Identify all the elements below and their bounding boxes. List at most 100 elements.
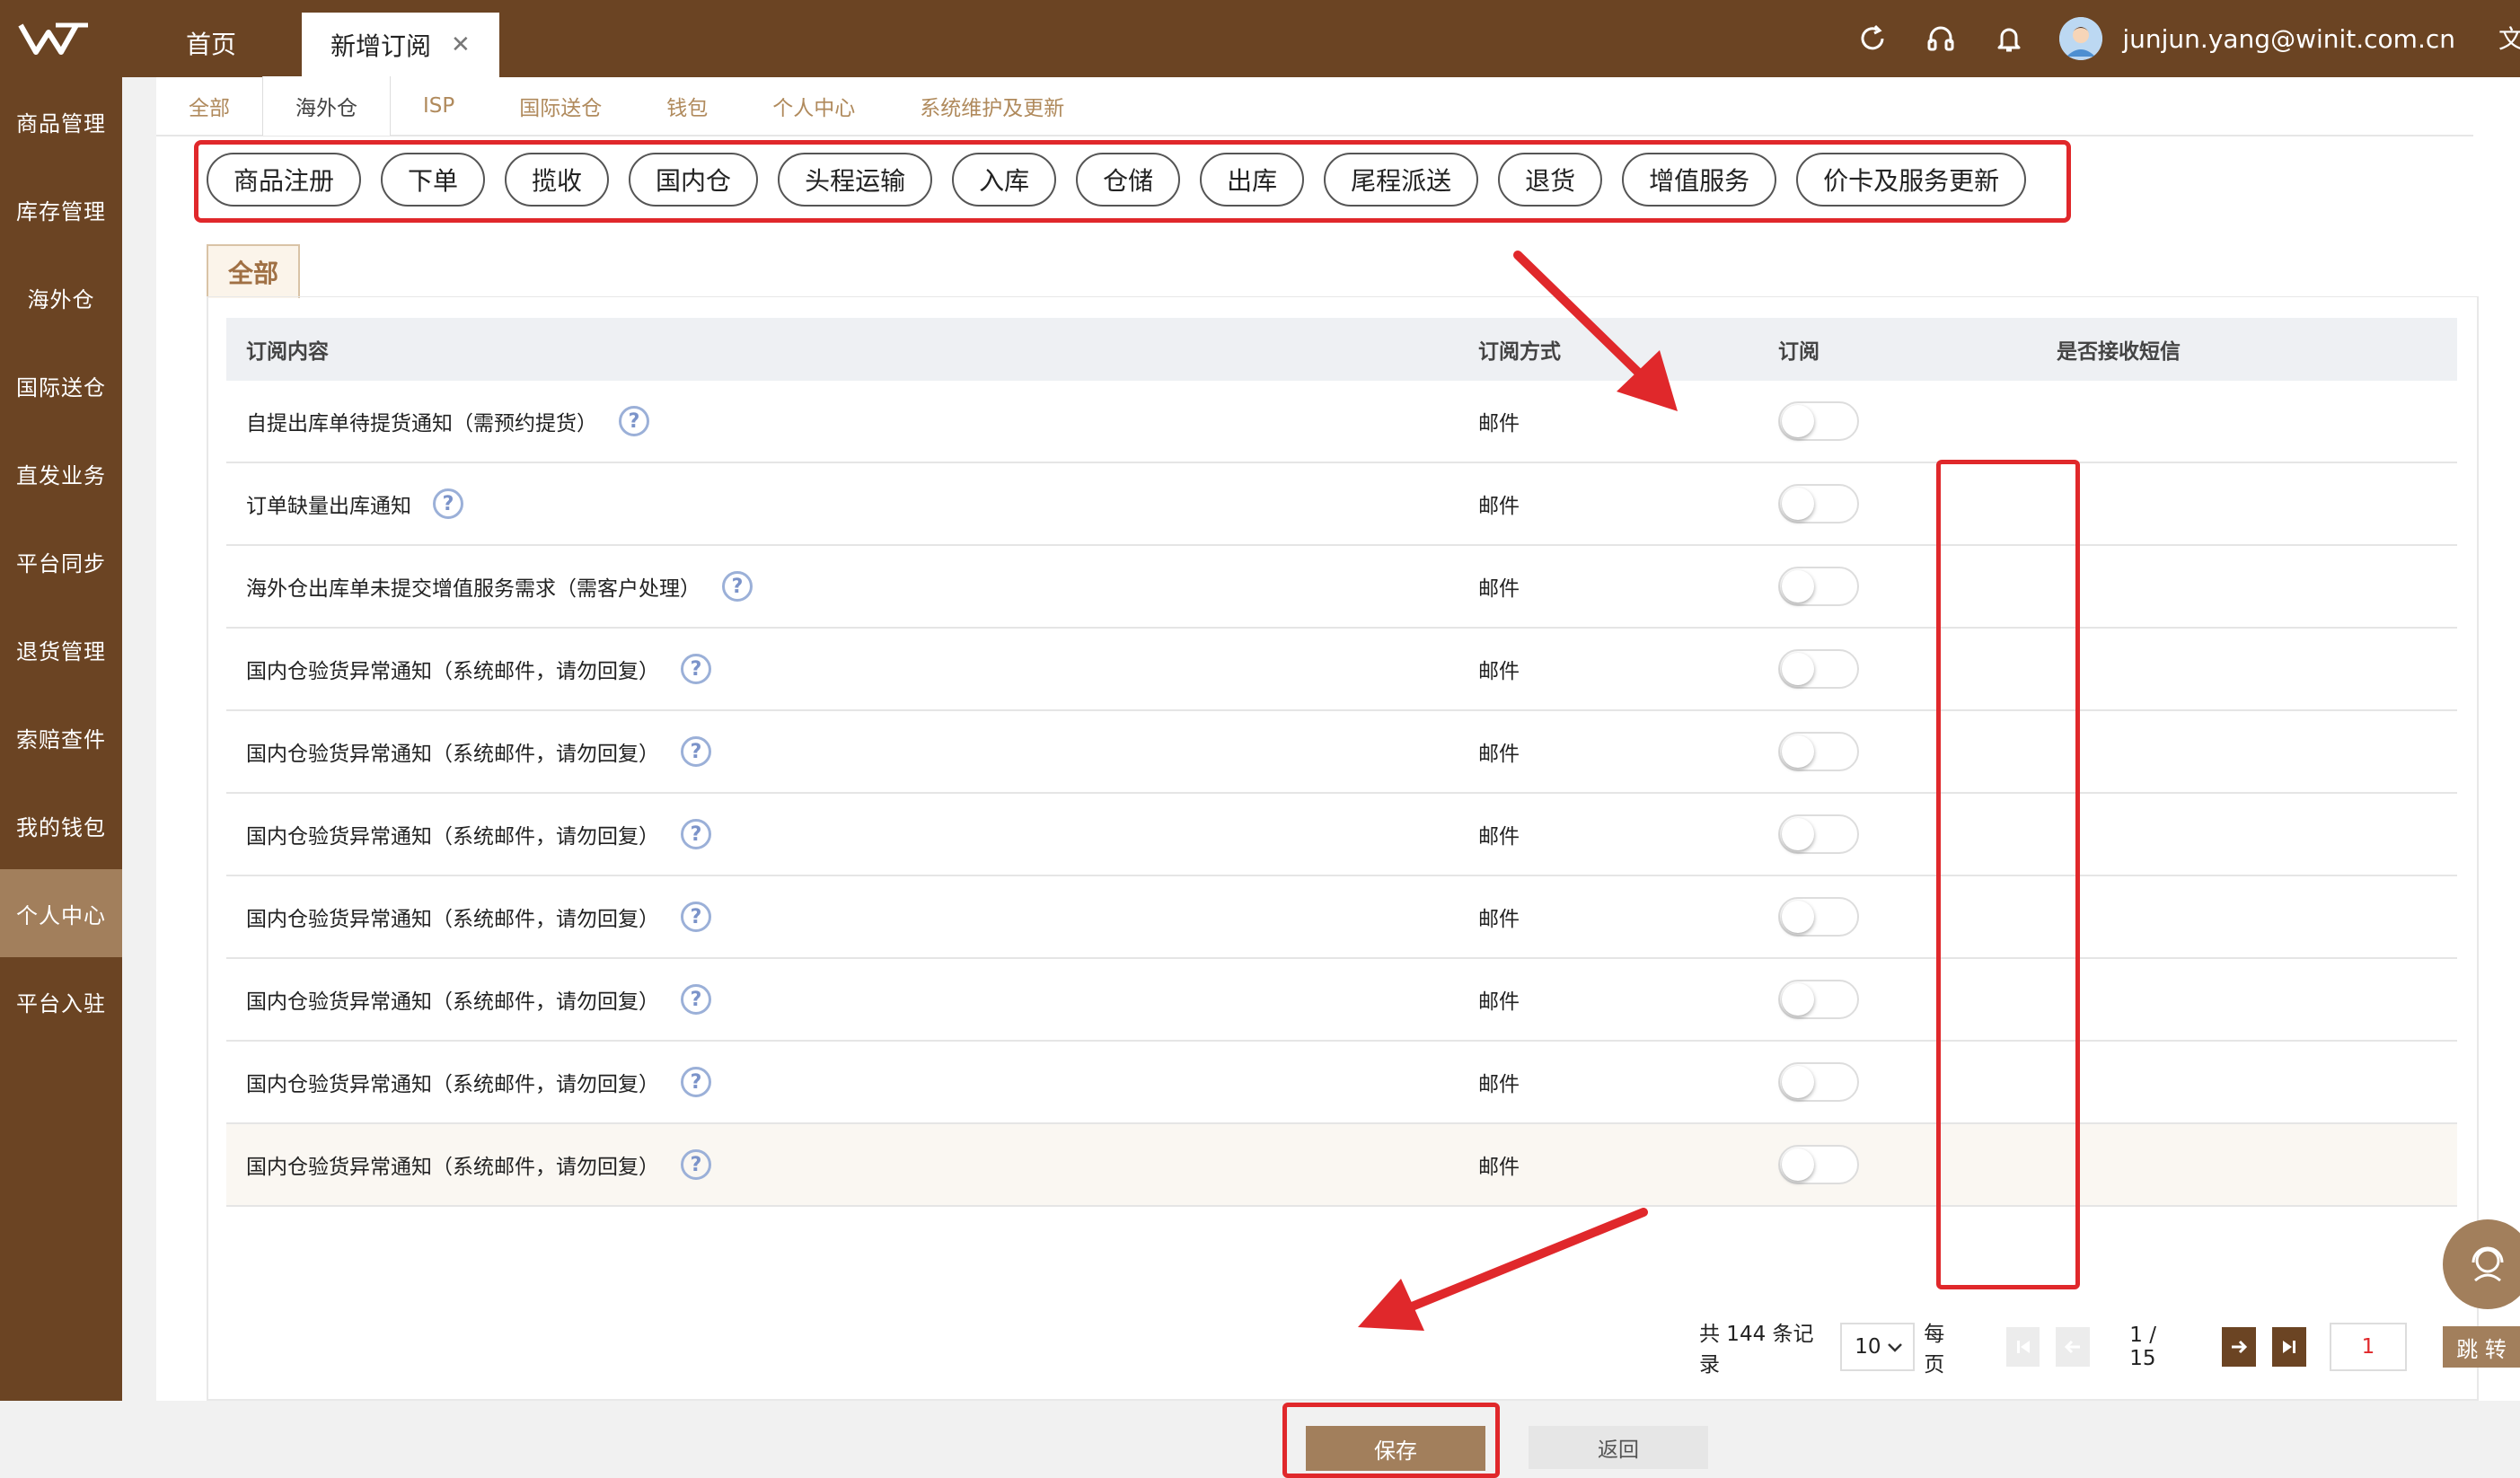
tab-international[interactable]: 国际送仓 [487, 76, 634, 136]
next-page-button[interactable] [2222, 1327, 2256, 1367]
back-button[interactable]: 返回 [1529, 1426, 1708, 1469]
pill-storage[interactable]: 仓储 [1076, 153, 1181, 207]
total-records: 共 144 条记录 [1699, 1323, 1814, 1377]
row-method: 邮件 [1478, 412, 1520, 435]
pill-product-register[interactable]: 商品注册 [207, 153, 362, 207]
sidebar-item-overseas-warehouse[interactable]: 海外仓 [0, 253, 122, 341]
refresh-icon[interactable] [1855, 21, 1890, 57]
last-page-button[interactable] [2271, 1327, 2306, 1367]
winit-logo[interactable] [16, 16, 97, 61]
pill-inbound[interactable]: 入库 [952, 153, 1057, 207]
subscribe-toggle[interactable] [1778, 980, 1859, 1019]
last-page-icon [2282, 1341, 2295, 1353]
sidebar-item-platform-sync[interactable]: 平台同步 [0, 517, 122, 605]
subscribe-toggle[interactable] [1778, 484, 1859, 523]
table-row: 国内仓验货异常通知（系统邮件，请勿回复）? 邮件 [226, 1042, 2457, 1124]
tab-new-subscription-label: 新增订阅 [330, 31, 432, 61]
help-icon[interactable]: ? [681, 736, 711, 767]
subscribe-toggle[interactable] [1778, 732, 1859, 771]
help-icon[interactable]: ? [681, 1067, 711, 1097]
help-icon[interactable]: ? [681, 984, 711, 1015]
tab-home[interactable]: 首页 [144, 9, 278, 77]
sidebar-item-label: 海外仓 [27, 286, 95, 312]
toggle-knob [1782, 1148, 1814, 1181]
tab-home-label: 首页 [185, 30, 236, 59]
tab-wallet[interactable]: 钱包 [634, 76, 740, 136]
help-icon[interactable]: ? [722, 571, 753, 602]
tab-overseas-warehouse[interactable]: 海外仓 [262, 76, 391, 136]
avatar[interactable] [2059, 17, 2103, 60]
table-row: 国内仓验货异常通知（系统邮件，请勿回复）? 邮件 [226, 959, 2457, 1042]
sidebar-item-label: 商品管理 [16, 110, 106, 136]
help-icon[interactable]: ? [619, 406, 649, 436]
pill-returns[interactable]: 退货 [1498, 153, 1603, 207]
subscribe-toggle[interactable] [1778, 649, 1859, 689]
toggle-knob [1782, 983, 1814, 1016]
first-page-icon [2016, 1341, 2030, 1353]
headset-icon[interactable] [1923, 21, 1959, 57]
pill-last-mile[interactable]: 尾程派送 [1324, 153, 1479, 207]
bell-icon[interactable] [1991, 21, 2027, 57]
subscribe-toggle[interactable] [1778, 401, 1859, 441]
table-row: 国内仓验货异常通知（系统邮件，请勿回复）? 邮件 [226, 711, 2457, 794]
table-row: 国内仓验货异常通知（系统邮件，请勿回复）? 邮件 [226, 876, 2457, 959]
sidebar-item-platform-join[interactable]: 平台入驻 [0, 957, 122, 1045]
pill-price-update[interactable]: 价卡及服务更新 [1796, 153, 2027, 207]
row-method: 邮件 [1478, 660, 1520, 683]
language-switch[interactable]: 文 [2498, 20, 2520, 56]
close-icon[interactable]: ✕ [451, 31, 471, 58]
user-email[interactable]: junjun.yang@winit.com.cn [2122, 24, 2455, 54]
help-icon[interactable]: ? [681, 819, 711, 849]
sidebar-item-returns[interactable]: 退货管理 [0, 605, 122, 693]
sidebar-item-label: 平台同步 [16, 550, 106, 576]
subscribe-toggle[interactable] [1778, 1145, 1859, 1184]
row-content: 国内仓验货异常通知（系统邮件，请勿回复） [246, 908, 659, 931]
sidebar-item-wallet[interactable]: 我的钱包 [0, 781, 122, 869]
save-button[interactable]: 保存 [1306, 1426, 1485, 1471]
go-to-page-button[interactable]: 跳 转 [2443, 1326, 2520, 1368]
sidebar-item-product[interactable]: 商品管理 [0, 77, 122, 165]
row-method: 邮件 [1478, 908, 1520, 931]
tab-isp[interactable]: ISP [391, 76, 487, 136]
sub-tab-all[interactable]: 全部 [207, 244, 300, 298]
row-method: 邮件 [1478, 1156, 1520, 1179]
pill-domestic-warehouse[interactable]: 国内仓 [629, 153, 759, 207]
subscribe-toggle[interactable] [1778, 897, 1859, 937]
per-page-label: 每页 [1924, 1323, 1945, 1377]
pill-value-added[interactable]: 增值服务 [1622, 153, 1777, 207]
tab-personal-center[interactable]: 个人中心 [740, 76, 887, 136]
row-method: 邮件 [1478, 1073, 1520, 1096]
help-icon[interactable]: ? [433, 488, 463, 519]
sidebar-item-claims[interactable]: 索赔查件 [0, 693, 122, 781]
pill-outbound[interactable]: 出库 [1200, 153, 1305, 207]
sidebar-item-personal-center[interactable]: 个人中心 [0, 869, 122, 957]
subscribe-toggle[interactable] [1778, 814, 1859, 854]
tab-all[interactable]: 全部 [156, 76, 262, 136]
prev-page-button[interactable] [2056, 1327, 2091, 1367]
pill-order[interactable]: 下单 [381, 153, 486, 207]
page-size-select[interactable]: 10 [1840, 1323, 1916, 1371]
table-header: 订阅内容 订阅方式 订阅 是否接收短信 [226, 318, 2457, 381]
row-content: 国内仓验货异常通知（系统邮件，请勿回复） [246, 743, 659, 766]
sidebar-item-direct[interactable]: 直发业务 [0, 429, 122, 517]
page-number-input[interactable]: 1 [2329, 1323, 2408, 1371]
help-icon[interactable]: ? [681, 1149, 711, 1180]
sidebar-item-inventory[interactable]: 库存管理 [0, 165, 122, 253]
row-content: 国内仓验货异常通知（系统邮件，请勿回复） [246, 1073, 659, 1096]
table-row: 自提出库单待提货通知（需预约提货）? 邮件 [226, 381, 2457, 463]
sidebar-item-label: 个人中心 [16, 902, 106, 928]
subscribe-toggle[interactable] [1778, 567, 1859, 606]
help-icon[interactable]: ? [681, 902, 711, 932]
help-icon[interactable]: ? [681, 654, 711, 684]
row-method: 邮件 [1478, 825, 1520, 849]
pill-first-leg[interactable]: 头程运输 [778, 153, 933, 207]
tab-new-subscription[interactable]: 新增订阅 ✕ [302, 13, 499, 77]
tab-system-maintenance[interactable]: 系统维护及更新 [887, 76, 1097, 136]
main-content: 全部 海外仓 ISP 国际送仓 钱包 个人中心 系统维护及更新 商品注册 下单 … [156, 76, 2520, 1478]
subscribe-toggle[interactable] [1778, 1062, 1859, 1102]
pill-pickup[interactable]: 揽收 [505, 153, 610, 207]
top-bar: 首页 新增订阅 ✕ junjun.yang@winit.com.cn 文 [0, 0, 2520, 77]
toggle-knob [1782, 901, 1814, 933]
sidebar-item-international[interactable]: 国际送仓 [0, 341, 122, 429]
first-page-button[interactable] [2005, 1327, 2040, 1367]
